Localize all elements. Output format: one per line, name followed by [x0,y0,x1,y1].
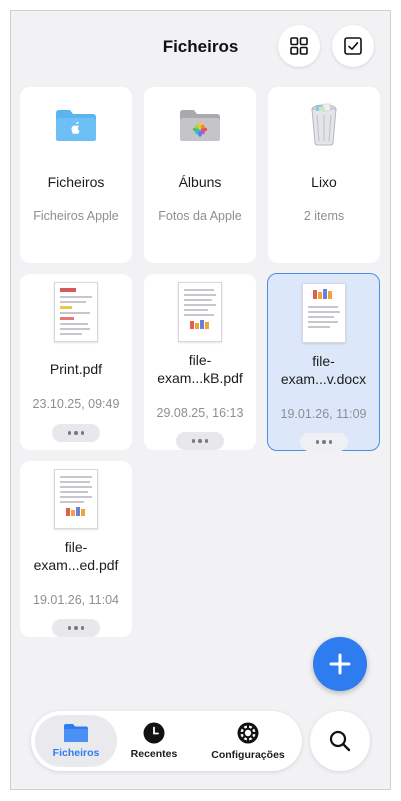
header: Ficheiros [11,11,390,83]
pdf-thumbnail-icon [54,282,98,342]
location-subtitle: 2 items [303,209,345,223]
file-name-line2: exam...ed.pdf [33,557,119,573]
more-options-button[interactable] [52,424,100,442]
file-name-line2: exam...kB.pdf [157,370,243,386]
tab-recentes[interactable]: Recentes [123,715,185,767]
file-name-line1: file- [64,539,88,555]
dot [322,440,326,444]
location-card-lixo[interactable]: Lixo 2 items [268,87,380,263]
location-subtitle: Fotos da Apple [158,209,242,223]
tab-label: Configurações [211,749,285,761]
dot [80,431,85,435]
photos-folder-icon [180,110,220,141]
dot [198,439,202,443]
view-mode-button[interactable] [278,25,320,67]
dot [204,439,209,443]
file-date: 23.10.25, 09:49 [32,397,120,411]
file-date: 19.01.26, 11:09 [280,407,367,421]
search-icon [329,730,351,752]
location-card-albuns[interactable]: Álbuns Fotos da Apple [144,87,256,263]
tab-label: Recentes [130,748,178,760]
file-name-line1: file- [188,352,212,368]
file-date: 19.01.26, 11:04 [33,593,119,607]
location-name: Lixo [311,174,337,190]
docx-thumbnail-icon [302,283,346,343]
grid-icon [290,37,308,55]
clock-icon [143,722,165,744]
file-name: Print.pdf [49,361,103,377]
dot [67,431,72,435]
dot [191,439,196,443]
add-button[interactable] [313,637,367,691]
dot [74,626,78,630]
checkbox-icon [344,37,362,55]
dot [315,440,320,444]
dot [80,626,85,630]
file-date: 29.08.25, 16:13 [156,406,244,420]
file-card-selected[interactable]: file- exam...v.docx 19.01.26, 11:09 [267,273,380,451]
trash-icon [311,103,337,146]
pdf-thumbnail-icon [178,282,222,342]
folder-apple-icon [56,110,96,141]
file-card[interactable]: Print.pdf 23.10.25, 09:49 [20,274,132,450]
file-card[interactable]: file- exam...ed.pdf 19.01.26, 11:04 [20,461,132,637]
tab-bar: Ficheiros Recentes Configurações [31,711,302,771]
file-name-line1: file- [312,353,335,369]
file-name-line2: exam...v.docx [280,371,367,387]
file-card[interactable]: file- exam...kB.pdf 29.08.25, 16:13 [144,274,256,450]
more-options-button[interactable] [52,619,100,637]
tab-configuracoes[interactable]: Configurações [197,715,299,767]
more-options-button[interactable] [176,432,224,450]
location-subtitle: Ficheiros Apple [33,209,119,223]
gear-icon [237,722,259,744]
search-button[interactable] [310,711,370,771]
plus-icon [329,653,351,675]
tab-ficheiros[interactable]: Ficheiros [35,715,117,767]
dot [328,440,333,444]
location-card-ficheiros[interactable]: Ficheiros Ficheiros Apple [20,87,132,263]
app-window: Ficheiros Ficheiros Ficheiros Apple Álbu… [10,10,391,790]
more-options-button[interactable] [300,433,348,451]
pdf-thumbnail-icon [54,469,98,529]
tab-label: Ficheiros [52,747,100,759]
location-name: Ficheiros [47,174,105,190]
folder-icon [64,724,88,742]
select-button[interactable] [332,25,374,67]
dot [74,431,78,435]
dot [67,626,72,630]
location-name: Álbuns [178,174,222,190]
